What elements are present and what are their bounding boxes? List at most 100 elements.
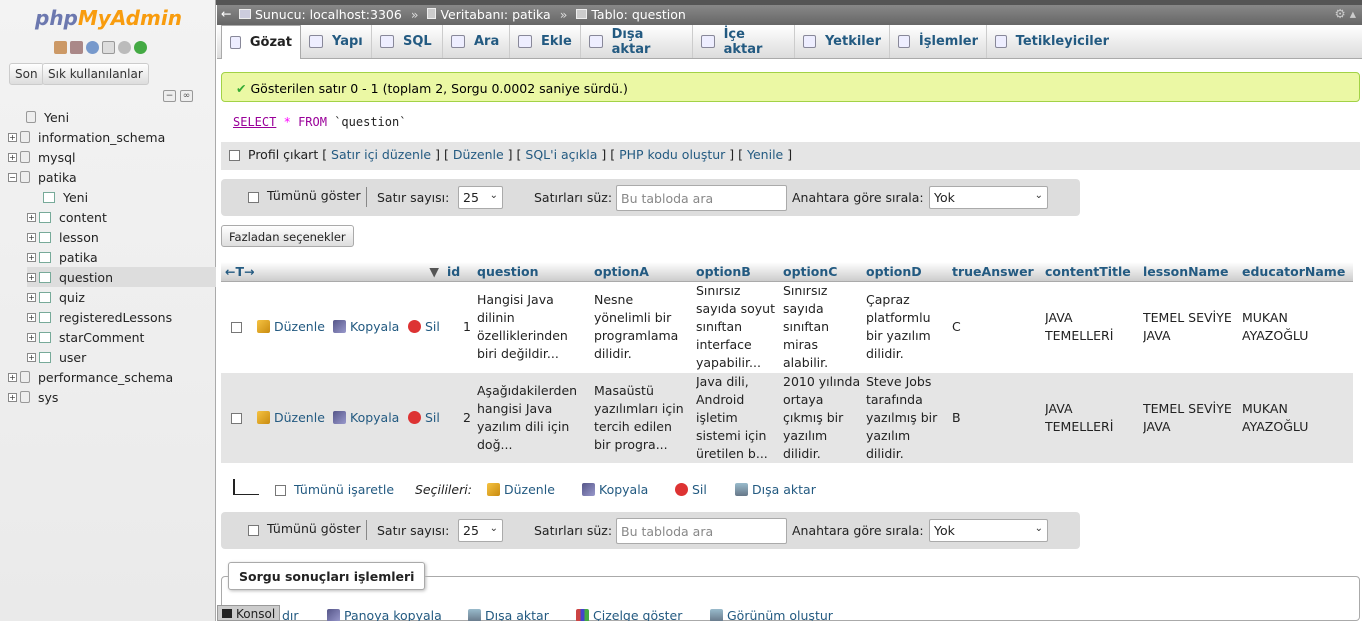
breadcrumb-database[interactable]: Veritabanı: patika	[440, 7, 550, 22]
tab-operations[interactable]: İşlemler	[890, 25, 987, 58]
check-all-link[interactable]: Tümünü işaretle	[294, 482, 394, 497]
create-view-link[interactable]: Görünüm oluştur	[710, 608, 833, 621]
tree-patika-new[interactable]: Yeni	[34, 187, 88, 207]
tree-table-registeredlessons[interactable]: + registeredLessons	[27, 307, 172, 327]
check-all-checkbox[interactable]	[275, 485, 286, 496]
sql-query-box[interactable]: SELECT * FROM `question`	[221, 104, 1360, 142]
expand-icon[interactable]: +	[8, 152, 17, 162]
sort-dropdown-icon[interactable]: ▼	[429, 264, 439, 279]
column-header-contenttitle[interactable]: contentTitle	[1041, 262, 1139, 282]
breadcrumb-server[interactable]: Sunucu: localhost:3306	[255, 7, 402, 22]
filter-input[interactable]: Bu tabloda ara	[616, 185, 787, 211]
more-options-button[interactable]: Fazladan seçenekler	[221, 225, 354, 247]
column-header-id[interactable]: id	[443, 262, 473, 282]
tree-db-mysql[interactable]: + mysql	[8, 147, 76, 167]
cell-educatorname[interactable]: MUKAN AYAZOĞLU	[1242, 373, 1350, 463]
expand-icon[interactable]: +	[27, 332, 36, 342]
column-header-optionc[interactable]: optionC	[779, 262, 862, 282]
display-chart-link[interactable]: Çizelge göster	[576, 608, 682, 621]
breadcrumb-table[interactable]: Tablo: question	[591, 7, 685, 22]
cell-optiona[interactable]: Masaüstü yazılımları için tercih edilen …	[594, 373, 691, 463]
tree-db-performance-schema[interactable]: + performance_schema	[8, 367, 173, 387]
tab-structure[interactable]: Yapı	[301, 25, 372, 58]
inline-edit-link[interactable]: Satır içi düzenle	[331, 147, 431, 162]
cell-contenttitle[interactable]: JAVA TEMELLERİ	[1045, 373, 1135, 463]
edit-query-link[interactable]: Düzenle	[453, 147, 504, 162]
cell-optiond[interactable]: Steve Jobs tarafında yazılmış bir yazılı…	[866, 373, 946, 463]
settings-icon[interactable]	[118, 41, 131, 54]
cell-optionc[interactable]: Sınırsız sayıda sınıftan miras alabilir.	[783, 282, 861, 372]
sort-select[interactable]: Yok ⌄	[929, 519, 1048, 542]
cell-educatorname[interactable]: MUKAN AYAZOĞLU	[1242, 282, 1350, 372]
cell-question[interactable]: Aşağıdakilerden hangisi Java yazılım dil…	[477, 373, 589, 463]
row-edit-link[interactable]: Düzenle	[257, 410, 325, 425]
column-header-optiond[interactable]: optionD	[862, 262, 948, 282]
expand-icon[interactable]: +	[27, 272, 36, 282]
show-all-checkbox[interactable]	[248, 192, 259, 203]
column-header-lessonname[interactable]: lessonName	[1139, 262, 1238, 282]
row-edit-link[interactable]: Düzenle	[257, 319, 325, 334]
cell-id[interactable]: 1	[447, 282, 473, 372]
sort-select[interactable]: Yok ⌄	[929, 186, 1048, 209]
expand-icon[interactable]: +	[27, 252, 36, 262]
tab-search[interactable]: Ara	[443, 25, 510, 58]
logout-icon[interactable]	[70, 41, 83, 54]
tab-privileges[interactable]: Yetkiler	[795, 25, 890, 58]
tree-db-information-schema[interactable]: + information_schema	[8, 127, 165, 147]
column-arrows-header[interactable]: ←T→ ▼	[221, 262, 443, 282]
tab-insert[interactable]: Ekle	[510, 25, 581, 58]
recent-button[interactable]: Son	[9, 63, 44, 85]
cell-optionb[interactable]: Sınırsız sayıda soyut sınıftan interface…	[696, 282, 778, 372]
tree-table-lesson[interactable]: + lesson	[27, 227, 99, 247]
tree-table-starcomment[interactable]: + starComment	[27, 327, 144, 347]
tree-db-patika[interactable]: − patika	[8, 167, 77, 187]
row-copy-link[interactable]: Kopyala	[333, 319, 399, 334]
tab-browse[interactable]: Gözat	[221, 25, 301, 59]
column-header-trueanswer[interactable]: trueAnswer	[948, 262, 1041, 282]
export-results-link[interactable]: Dışa aktar	[468, 608, 549, 621]
bulk-export-button[interactable]: Dışa aktar	[735, 482, 816, 497]
column-header-optiona[interactable]: optionA	[590, 262, 692, 282]
tree-db-sys[interactable]: + sys	[8, 387, 58, 407]
rows-select[interactable]: 25 ⌄	[458, 186, 503, 209]
cell-id[interactable]: 2	[447, 373, 473, 463]
tree-table-quiz[interactable]: + quiz	[27, 287, 85, 307]
favorites-button[interactable]: Sık kullanılanlar	[42, 63, 149, 85]
column-header-optionb[interactable]: optionB	[692, 262, 779, 282]
cell-optiona[interactable]: Nesne yönelimli bir programlama dilidir.	[594, 282, 691, 372]
cell-contenttitle[interactable]: JAVA TEMELLERİ	[1045, 282, 1135, 372]
show-all-checkbox[interactable]	[248, 525, 259, 536]
print-link[interactable]: dır	[282, 608, 299, 621]
cell-optionc[interactable]: 2010 yılında ortaya çıkmış bir yazılım d…	[783, 373, 861, 463]
bulk-edit-button[interactable]: Düzenle	[487, 482, 555, 497]
row-delete-link[interactable]: Sil	[408, 410, 440, 425]
console-toggle[interactable]: Konsol	[217, 605, 281, 621]
tree-table-patika[interactable]: + patika	[27, 247, 98, 267]
refresh-link[interactable]: Yenile	[747, 147, 783, 162]
tab-import[interactable]: İçe aktar	[693, 25, 795, 58]
bulk-delete-button[interactable]: Sil	[675, 482, 707, 497]
collapse-icon[interactable]: −	[8, 172, 17, 182]
expand-icon[interactable]: +	[27, 232, 36, 242]
cell-optiond[interactable]: Çapraz platformlu bir yazılım dilidir.	[866, 282, 946, 372]
cell-optionb[interactable]: Java dili, Android işletim sistemi için …	[696, 373, 778, 463]
tree-table-question[interactable]: + question	[27, 267, 216, 287]
explain-sql-link[interactable]: SQL'i açıkla	[525, 147, 597, 162]
bulk-copy-button[interactable]: Kopyala	[582, 482, 648, 497]
column-header-educatorname[interactable]: educatorName	[1238, 262, 1353, 282]
link-icon[interactable]: ∞	[180, 90, 193, 102]
expand-icon[interactable]: +	[27, 352, 36, 362]
filter-input[interactable]: Bu tabloda ara	[616, 518, 787, 544]
expand-icon[interactable]: +	[27, 292, 36, 302]
reload-icon[interactable]	[134, 41, 147, 54]
row-delete-link[interactable]: Sil	[408, 319, 440, 334]
expand-icon[interactable]: +	[8, 392, 17, 402]
collapse-all-icon[interactable]: −	[163, 90, 176, 102]
create-php-link[interactable]: PHP kodu oluştur	[619, 147, 725, 162]
expand-icon[interactable]: +	[27, 212, 36, 222]
help-icon[interactable]	[86, 41, 99, 54]
expand-icon[interactable]: +	[27, 312, 36, 322]
tab-export[interactable]: Dışa aktar	[581, 25, 693, 58]
rows-select[interactable]: 25 ⌄	[458, 519, 503, 542]
tab-sql[interactable]: SQL	[372, 25, 443, 58]
